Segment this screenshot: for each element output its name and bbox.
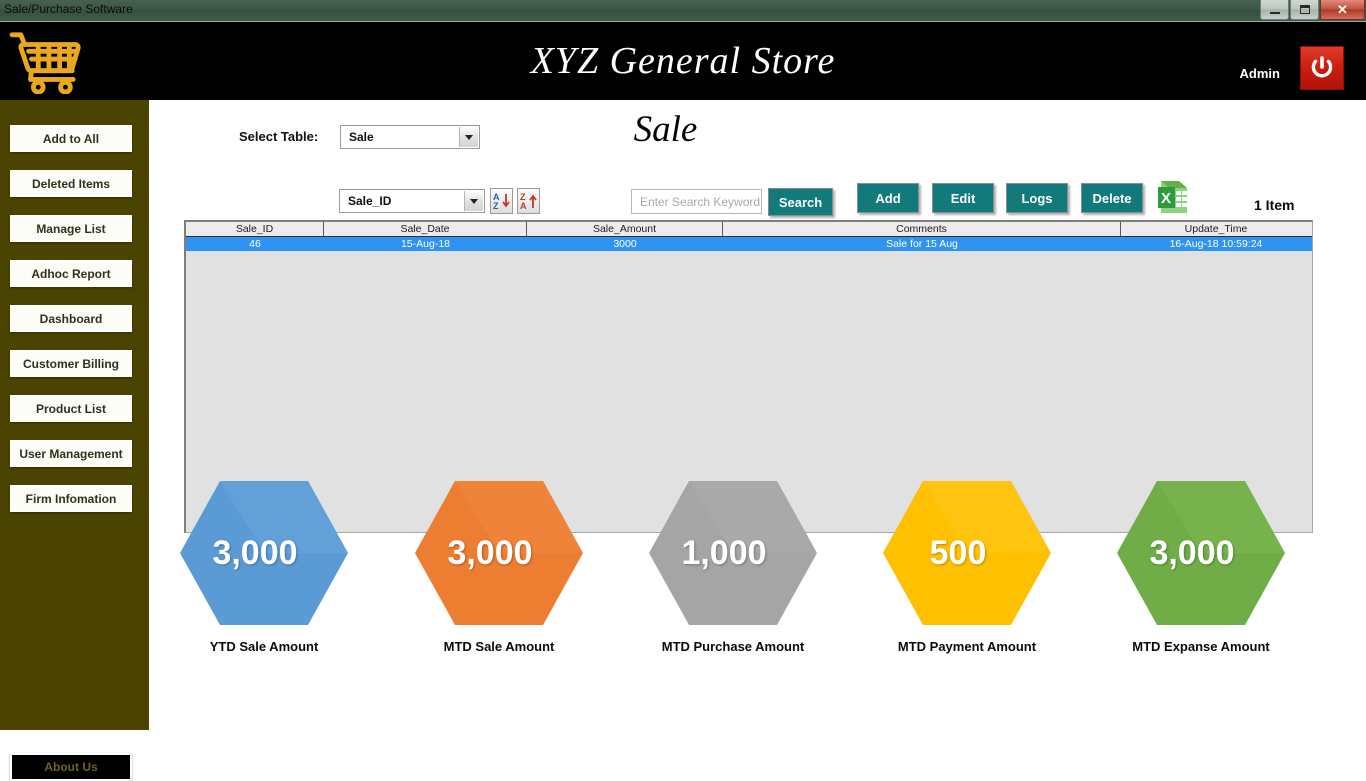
sidebar-item-deleted-items[interactable]: Deleted Items — [10, 170, 132, 197]
svg-text:Z: Z — [493, 201, 499, 211]
kpi-mtd-payment-amount[interactable]: 500 MTD Payment Amount — [870, 475, 1064, 654]
maximize-icon — [1299, 5, 1310, 14]
cell-comments: Sale for 15 Aug — [886, 238, 958, 250]
search-input[interactable] — [631, 189, 762, 214]
power-icon — [1311, 56, 1333, 78]
sort-a-z-icon: A Z — [493, 192, 510, 211]
cell-sale-id: 46 — [249, 238, 261, 250]
column-header-sale-amount[interactable]: Sale_Amount — [527, 222, 723, 236]
chevron-down-icon — [464, 191, 483, 211]
kpi-value: 3,000 — [1149, 533, 1235, 572]
kpi-value: 500 — [929, 533, 987, 572]
minimize-button[interactable] — [1260, 0, 1289, 20]
app-title: XYZ General Store — [530, 40, 836, 82]
maximize-button[interactable] — [1290, 0, 1319, 20]
column-header-sale-id[interactable]: Sale_ID — [186, 222, 324, 236]
main-content: Sale Select Table: Sale Sale_ID A Z Z A … — [149, 100, 1366, 730]
minimize-icon — [1269, 11, 1280, 14]
kpi-mtd-sale-amount[interactable]: 3,000 MTD Sale Amount — [402, 475, 596, 654]
window-controls: ✕ — [1259, 0, 1365, 21]
sidebar-item-user-management[interactable]: User Management — [10, 440, 132, 467]
kpi-hexagon-row: 3,000 YTD Sale Amount 3,000 MTD Sale Amo… — [149, 475, 1366, 675]
kpi-ytd-sale-amount[interactable]: 3,000 YTD Sale Amount — [167, 475, 361, 654]
sidebar-item-customer-billing[interactable]: Customer Billing — [10, 350, 132, 377]
excel-export-icon[interactable]: X — [1155, 179, 1191, 215]
edit-button[interactable]: Edit — [932, 183, 994, 213]
cell-sale-date: 15-Aug-18 — [400, 238, 451, 250]
kpi-value: 3,000 — [212, 533, 298, 572]
sort-z-a-icon: Z A — [520, 192, 537, 211]
sidebar-item-manage-list[interactable]: Manage List — [10, 215, 132, 242]
column-header-update-time[interactable]: Update_Time — [1121, 222, 1311, 236]
search-button[interactable]: Search — [768, 188, 833, 216]
svg-text:X: X — [1161, 190, 1171, 207]
kpi-label: MTD Sale Amount — [443, 639, 555, 654]
kpi-label: MTD Purchase Amount — [661, 639, 805, 654]
data-grid-header: Sale_ID Sale_Date Sale_Amount Comments U… — [186, 222, 1312, 237]
logout-power-button[interactable] — [1300, 46, 1344, 90]
select-table-label: Select Table: — [239, 129, 319, 144]
user-label: Admin — [1239, 66, 1280, 81]
sidebar-item-adhoc-report[interactable]: Adhoc Report — [10, 260, 132, 287]
item-count: 1 Item — [1254, 197, 1295, 213]
add-button[interactable]: Add — [857, 183, 919, 213]
sidebar: Add to All Deleted Items Manage List Adh… — [0, 100, 149, 781]
kpi-value: 1,000 — [681, 533, 767, 572]
sidebar-item-about-us[interactable]: About Us — [10, 753, 132, 781]
app-header: XYZ General Store Admin — [0, 22, 1366, 100]
select-table-dropdown[interactable]: Sale — [340, 125, 480, 149]
close-button[interactable]: ✕ — [1320, 0, 1365, 20]
select-table-value: Sale — [349, 130, 374, 144]
window-title-bar: Sale/Purchase Software ✕ — [0, 0, 1366, 22]
kpi-mtd-purchase-amount[interactable]: 1,000 MTD Purchase Amount — [636, 475, 830, 654]
column-header-comments[interactable]: Comments — [723, 222, 1121, 236]
svg-text:A: A — [520, 201, 527, 211]
cell-update-time: 16-Aug-18 10:59:24 — [1169, 238, 1263, 250]
sidebar-item-firm-information[interactable]: Firm Infomation — [10, 485, 132, 512]
table-row[interactable]: 46 15-Aug-18 3000 Sale for 15 Aug 16-Aug… — [186, 237, 1312, 251]
sort-descending-button[interactable]: Z A — [517, 188, 540, 214]
chevron-down-icon — [459, 127, 478, 147]
kpi-value: 3,000 — [447, 533, 533, 572]
delete-button[interactable]: Delete — [1081, 183, 1143, 213]
window-title: Sale/Purchase Software — [4, 2, 133, 16]
logs-button[interactable]: Logs — [1006, 183, 1068, 213]
sidebar-item-product-list[interactable]: Product List — [10, 395, 132, 422]
column-header-sale-date[interactable]: Sale_Date — [324, 222, 527, 236]
kpi-label: YTD Sale Amount — [209, 639, 319, 654]
sort-ascending-button[interactable]: A Z — [490, 188, 513, 214]
sidebar-item-dashboard[interactable]: Dashboard — [10, 305, 132, 332]
cell-sale-amount: 3000 — [613, 238, 637, 250]
kpi-label: MTD Expanse Amount — [1132, 639, 1270, 654]
kpi-label: MTD Payment Amount — [897, 639, 1037, 654]
sort-field-dropdown[interactable]: Sale_ID — [339, 189, 485, 213]
kpi-mtd-expanse-amount[interactable]: 3,000 MTD Expanse Amount — [1104, 475, 1298, 654]
sort-field-value: Sale_ID — [348, 194, 392, 208]
